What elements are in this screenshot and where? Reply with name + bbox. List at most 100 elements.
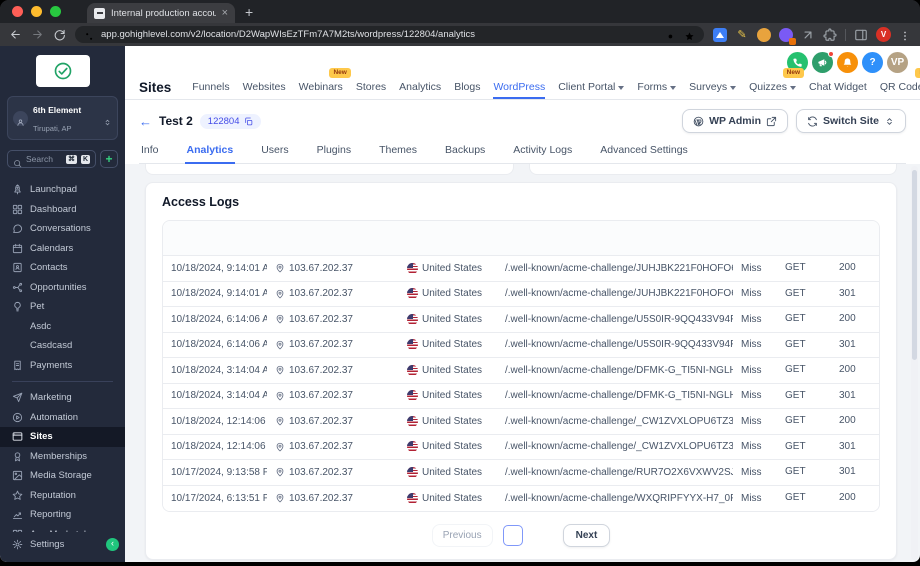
table-row[interactable]: 10/18/2024, 9:14:01 AM 103.67.202.37 Uni…	[163, 281, 879, 307]
sidebar-item-contacts[interactable]: Contacts	[0, 258, 125, 278]
next-page-button[interactable]: Next	[562, 524, 611, 547]
sidebar-item-conversations[interactable]: Conversations	[0, 219, 125, 239]
top-nav-item-websites[interactable]: Websites	[243, 75, 286, 99]
browser-profile-avatar[interactable]: V	[876, 27, 891, 42]
page-scrollbar[interactable]	[911, 166, 918, 560]
close-window-button[interactable]	[12, 6, 23, 17]
copy-icon[interactable]	[244, 117, 253, 126]
sidebar-collapse-button[interactable]: ‹	[106, 537, 119, 551]
bookmark-star-icon[interactable]	[684, 29, 695, 41]
minimize-window-button[interactable]	[31, 6, 42, 17]
top-nav-item-stores[interactable]: Stores	[356, 75, 386, 99]
page-number-button-1[interactable]	[502, 525, 523, 546]
sidebar-item-reporting[interactable]: Reporting	[0, 505, 125, 525]
log-country: United States	[422, 313, 483, 325]
table-row[interactable]: 10/18/2024, 12:14:06 AM 103.67.202.37 Un…	[163, 434, 879, 460]
cast-extension-icon[interactable]	[801, 28, 815, 42]
top-nav-item-chat-widget[interactable]: Chat Widget	[809, 75, 867, 99]
refresh-icon[interactable]	[53, 28, 66, 41]
wp-tab-advanced-settings[interactable]: Advanced Settings	[598, 142, 690, 163]
wp-tab-activity-logs[interactable]: Activity Logs	[511, 142, 574, 163]
top-nav-item-client-portal[interactable]: Client Portal	[558, 75, 625, 99]
address-bar[interactable]: app.gohighlevel.com/v2/location/D2WapWIs…	[75, 26, 704, 43]
wp-tab-backups[interactable]: Backups	[443, 142, 487, 163]
top-nav-item-forms[interactable]: Forms	[637, 75, 677, 99]
sidebar-item-reputation[interactable]: Reputation	[0, 486, 125, 506]
sidebar-item-dashboard[interactable]: Dashboard	[0, 200, 125, 220]
sidebar-item-opportunities[interactable]: Opportunities	[0, 278, 125, 298]
wp-tab-themes[interactable]: Themes	[377, 142, 419, 163]
back-arrow-icon[interactable]: ←	[139, 114, 152, 129]
table-row[interactable]: 10/18/2024, 9:14:01 AM 103.67.202.37 Uni…	[163, 256, 879, 282]
site-id-badge[interactable]: 122804	[199, 113, 261, 129]
wp-tab-analytics[interactable]: Analytics	[184, 142, 236, 164]
extensions-puzzle-icon[interactable]	[823, 27, 837, 42]
search-input[interactable]: Search ⌘ K	[7, 150, 96, 168]
sidebar-item-sites[interactable]: Sites	[0, 427, 125, 447]
wp-tab-users[interactable]: Users	[259, 142, 290, 163]
sidebar-item-launchpad[interactable]: Launchpad	[0, 180, 125, 200]
top-nav-item-analytics[interactable]: Analytics	[399, 75, 441, 99]
tab-close-icon[interactable]: ×	[222, 7, 228, 19]
account-switcher[interactable]: 6th Element Tirupati, AP	[7, 96, 118, 140]
table-row[interactable]: 10/18/2024, 6:14:06 AM 103.67.202.37 Uni…	[163, 332, 879, 358]
new-tab-button[interactable]: +	[245, 4, 253, 20]
log-status-code: 200	[839, 492, 856, 503]
top-nav-item-funnels[interactable]: Funnels	[192, 75, 229, 99]
user-avatar[interactable]: VP	[887, 51, 908, 73]
page-number-button-2[interactable]	[533, 525, 553, 546]
browser-tab[interactable]: Internal production account [ ×	[87, 3, 235, 23]
top-nav-item-blogs[interactable]: Blogs	[454, 75, 480, 99]
sidebar-item-memberships[interactable]: Memberships	[0, 447, 125, 467]
top-nav-item-surveys[interactable]: Surveys	[689, 75, 737, 99]
us-flag-icon	[407, 441, 418, 453]
wp-tab-plugins[interactable]: Plugins	[315, 142, 353, 163]
side-panel-icon[interactable]	[854, 28, 868, 42]
sidebar-item-settings[interactable]: Settings	[30, 539, 64, 550]
top-nav-item-qr-codes[interactable]: QR Codes New	[880, 68, 920, 99]
table-row[interactable]: 10/18/2024, 3:14:04 AM 103.67.202.37 Uni…	[163, 358, 879, 384]
sidebar-item-payments[interactable]: Payments	[0, 356, 125, 376]
browser-menu-icon[interactable]	[899, 29, 911, 41]
sidebar-item-media-storage[interactable]: Media Storage	[0, 466, 125, 486]
drive-extension-icon[interactable]	[713, 27, 727, 42]
wp-admin-button[interactable]: WP Admin	[682, 109, 788, 133]
sidebar-item-asdc[interactable]: Asdc	[0, 317, 125, 337]
sidebar-item-calendars[interactable]: Calendars	[0, 239, 125, 259]
sidebar-item-automation[interactable]: Automation	[0, 408, 125, 428]
table-row[interactable]: 10/18/2024, 12:14:06 AM 103.67.202.37 Un…	[163, 409, 879, 435]
emoji-extension-icon[interactable]	[757, 27, 771, 42]
ai-assistant-button[interactable]: +	[100, 150, 118, 168]
sidebar-item-marketing[interactable]: Marketing	[0, 381, 125, 408]
sidebar-menu: Launchpad Dashboard Conversations Calend…	[0, 180, 125, 532]
password-key-icon[interactable]	[667, 29, 678, 40]
top-nav-item-wordpress[interactable]: WordPress	[493, 75, 545, 99]
table-row[interactable]: 10/18/2024, 6:14:06 AM 103.67.202.37 Uni…	[163, 307, 879, 333]
top-nav-item-quizzes[interactable]: Quizzes New	[749, 68, 805, 99]
announcements-icon[interactable]	[812, 50, 834, 73]
previous-page-button[interactable]: Previous	[431, 524, 493, 547]
scrollbar-thumb[interactable]	[912, 170, 917, 360]
sidebar-item-pet[interactable]: Pet	[0, 297, 125, 317]
sidebar-item-casdcasd[interactable]: Casdcasd	[0, 336, 125, 356]
site-settings-icon[interactable]	[84, 29, 95, 40]
table-row[interactable]: 10/17/2024, 6:13:51 PM 103.67.202.37 Uni…	[163, 485, 879, 511]
fullscreen-window-button[interactable]	[50, 6, 61, 17]
table-row[interactable]: 10/18/2024, 3:14:04 AM 103.67.202.37 Uni…	[163, 383, 879, 409]
notifications-bell-icon[interactable]	[837, 51, 858, 73]
switch-site-button[interactable]: Switch Site	[795, 109, 906, 133]
pencil-extension-icon[interactable]: ✎	[735, 28, 749, 42]
wp-tab-info[interactable]: Info	[139, 142, 161, 163]
log-cache: Miss	[741, 364, 762, 376]
help-button[interactable]: ?	[862, 51, 883, 73]
log-ip-cell: 103.67.202.37	[267, 288, 399, 299]
top-nav-item-webinars[interactable]: Webinars New	[299, 68, 351, 99]
table-row[interactable]: 10/17/2024, 9:13:58 PM 103.67.202.37 Uni…	[163, 460, 879, 486]
forward-icon[interactable]	[31, 28, 44, 41]
sidebar-item-app-marketplace[interactable]: App Marketplace	[0, 525, 125, 532]
sidebar-item-label: Payments	[30, 359, 73, 371]
flower-extension-icon[interactable]	[779, 27, 796, 45]
trend-icon	[12, 509, 23, 520]
back-icon[interactable]	[9, 28, 22, 41]
us-flag-icon	[407, 262, 418, 274]
